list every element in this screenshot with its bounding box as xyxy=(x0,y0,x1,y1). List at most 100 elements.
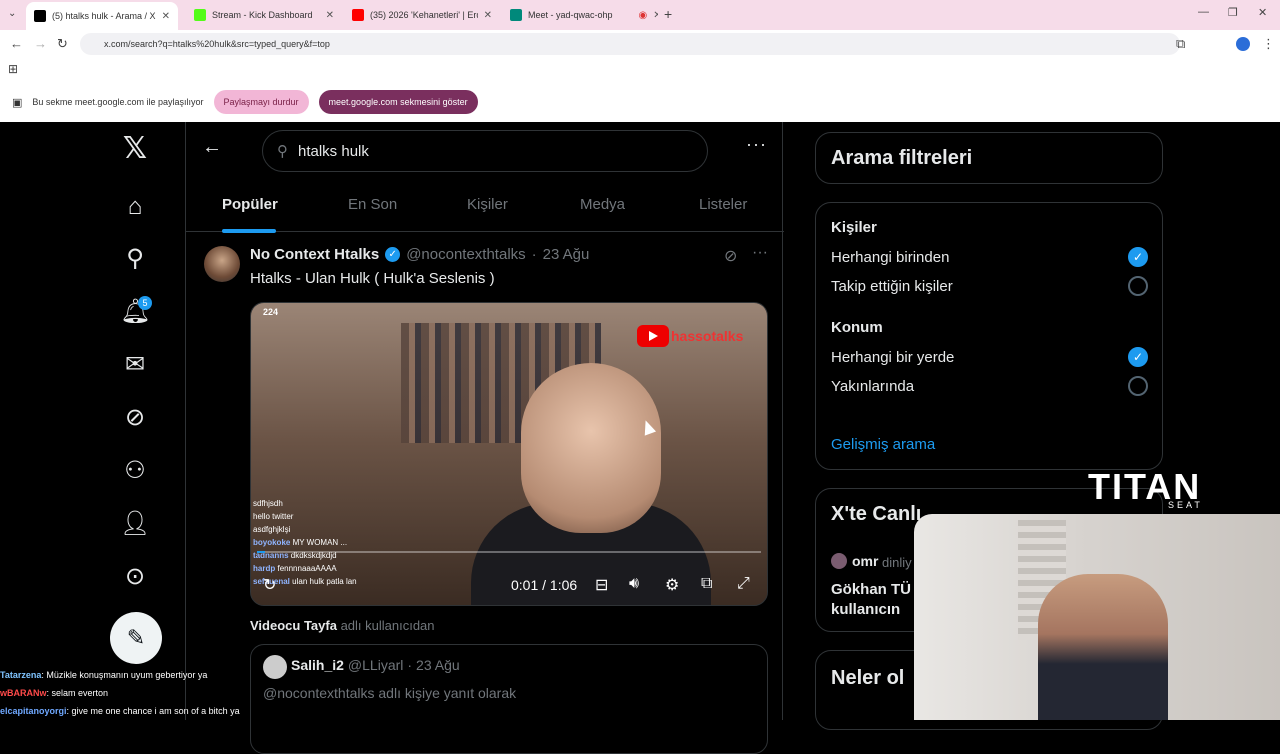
show-meet-tab-button[interactable]: meet.google.com sekmesini göster xyxy=(318,90,478,114)
avatar[interactable] xyxy=(204,246,240,282)
tab-media[interactable]: Medya xyxy=(580,196,625,213)
grok-explain-icon[interactable]: ⊘ xyxy=(724,246,737,266)
chat-line: sdfhjsdh xyxy=(253,499,283,508)
meet-favicon-icon xyxy=(510,9,522,21)
live-line-2[interactable]: kullanıcın xyxy=(831,601,900,618)
tab-kick[interactable]: Stream - Kick Dashboard ✕ xyxy=(186,4,342,26)
video-progress-bar[interactable] xyxy=(257,551,761,553)
video-person-head xyxy=(521,363,661,533)
search-input[interactable]: ⚲ htalks hulk xyxy=(262,130,708,172)
people-option-following[interactable]: Takip ettiğin kişiler xyxy=(831,278,953,295)
close-tab-icon[interactable]: ✕ xyxy=(326,10,334,21)
filters-title: Arama filtreleri xyxy=(831,147,973,169)
communities-icon[interactable]: ⚇ xyxy=(120,456,150,486)
volume-icon[interactable]: 🔊︎ xyxy=(629,575,639,593)
location-anywhere-radio[interactable]: ✓ xyxy=(1128,347,1148,367)
search-query: htalks hulk xyxy=(298,142,369,160)
channel-watermark: hassotalks xyxy=(671,328,744,344)
close-window-icon[interactable]: ✕ xyxy=(1258,6,1267,19)
profile-avatar[interactable] xyxy=(1236,37,1250,51)
compose-post-button[interactable]: ✎ xyxy=(110,612,162,664)
home-icon[interactable]: ⌂ xyxy=(120,192,150,222)
tab-youtube[interactable]: (35) 2026 'Kehanetleri' | Erdem A ✕ xyxy=(344,4,500,26)
explore-search-icon[interactable]: ⚲ xyxy=(120,244,150,274)
x-logo-icon[interactable]: 𝕏 xyxy=(120,134,150,164)
reload-icon[interactable]: ↻ xyxy=(57,36,68,52)
via-label: Videocu Tayfa adlı kullanıcıdan xyxy=(250,618,435,633)
settings-gear-icon[interactable]: ⚙ xyxy=(665,575,679,595)
tweet-more-icon[interactable]: ··· xyxy=(752,244,768,262)
restore-icon[interactable]: ❐ xyxy=(1228,6,1238,19)
messages-mail-icon[interactable]: ✉ xyxy=(120,350,150,380)
tab-latest[interactable]: En Son xyxy=(348,196,397,213)
tab-lists[interactable]: Listeler xyxy=(699,196,747,213)
tab-title: Meet - yad-qwac-ohp xyxy=(528,10,613,20)
quoted-tweet[interactable]: Salih_i2 @LLiyarl · 23 Ağu @nocontexthta… xyxy=(250,644,768,754)
close-tab-icon[interactable]: ✕ xyxy=(653,10,658,21)
tab-sharing-bar: ▣ Bu sekme meet.google.com ile paylaşılı… xyxy=(0,82,1280,122)
location-option-anywhere[interactable]: Herhangi bir yerde xyxy=(831,349,954,366)
stream-chat-line: Tatarzena: Müzikle konuşmanın uyum geber… xyxy=(0,670,208,680)
live-line-1[interactable]: Gökhan TÜ xyxy=(831,581,911,598)
advanced-search-link[interactable]: Gelişmiş arama xyxy=(831,436,935,453)
search-filters-header-card: Arama filtreleri xyxy=(815,132,1163,184)
minimize-icon[interactable]: — xyxy=(1198,6,1209,18)
quote-author-name: Salih_i2 xyxy=(291,657,344,673)
tab-search-icon[interactable]: ⌄ xyxy=(8,8,16,19)
more-options-icon[interactable]: ··· xyxy=(746,134,767,155)
chat-line: hello twitter xyxy=(253,512,294,521)
new-tab-icon[interactable]: + xyxy=(664,6,672,22)
avatar xyxy=(263,655,287,679)
live-title: X'te Canlı xyxy=(831,503,922,525)
tab-title: (35) 2026 'Kehanetleri' | Erdem A xyxy=(370,10,478,20)
search-timeline: ← ⚲ htalks hulk ··· Popüler En Son Kişil… xyxy=(185,122,784,754)
more-circle-icon[interactable]: ⊙ xyxy=(120,562,150,592)
live-host-suffix: dinliy xyxy=(882,555,912,570)
tab-meet[interactable]: Meet - yad-qwac-ohp ◉ ✕ xyxy=(502,4,658,26)
tab-x-search[interactable]: (5) htalks hulk - Arama / X ✕ xyxy=(26,2,178,30)
recording-icon: ◉ xyxy=(638,9,648,21)
live-host[interactable]: omr xyxy=(852,553,878,569)
forward-icon[interactable]: → xyxy=(34,36,47,51)
tweet-date[interactable]: 23 Ağu xyxy=(543,246,590,263)
back-arrow-icon[interactable]: ← xyxy=(202,136,222,159)
whats-happening-title: Neler ol xyxy=(831,667,905,689)
quote-header: Salih_i2 @LLiyarl · 23 Ağu xyxy=(291,657,460,673)
via-suffix: adlı kullanıcıdan xyxy=(340,618,435,633)
youtube-favicon-icon xyxy=(352,9,364,21)
progress-fill xyxy=(257,551,266,553)
tweet-header: No Context Htalks ✓ @nocontexthtalks · 2… xyxy=(250,246,589,263)
people-anyone-radio[interactable]: ✓ xyxy=(1128,247,1148,267)
back-icon[interactable]: ← xyxy=(10,36,23,51)
grok-icon[interactable]: ⊘ xyxy=(120,403,150,433)
author-name[interactable]: No Context Htalks xyxy=(250,246,379,263)
browser-menu-icon[interactable]: ⋮ xyxy=(1262,36,1275,52)
people-following-radio[interactable] xyxy=(1128,276,1148,296)
stop-sharing-button[interactable]: Paylaşmayı durdur xyxy=(213,90,309,114)
share-screen-icon: ▣ xyxy=(12,96,23,109)
close-tab-icon[interactable]: ✕ xyxy=(162,11,170,22)
url-field[interactable]: x.com/search?q=htalks%20hulk&src=typed_q… xyxy=(80,33,1180,55)
pip-icon[interactable]: ⧉ xyxy=(701,575,712,593)
extensions-icon[interactable]: ⧉ xyxy=(1176,36,1185,52)
chat-line: boyokoke MY WOMAN ... xyxy=(253,538,348,547)
replay-icon[interactable]: ↻ xyxy=(263,575,276,595)
people-option-anyone[interactable]: Herhangi birinden xyxy=(831,249,949,266)
webcam-streamer xyxy=(1038,574,1168,720)
close-tab-icon[interactable]: ✕ xyxy=(484,10,492,21)
profile-icon[interactable]: 👤︎ xyxy=(120,509,150,539)
tab-people[interactable]: Kişiler xyxy=(467,196,508,213)
via-user[interactable]: Videocu Tayfa xyxy=(250,618,337,633)
sharing-message: Bu sekme meet.google.com ile paylaşılıyo… xyxy=(32,97,204,107)
tab-popular[interactable]: Popüler xyxy=(222,196,278,213)
author-handle[interactable]: @nocontexthtalks xyxy=(406,246,525,263)
video-player[interactable]: 224 hassotalks sdfhjsdh hello twitter as… xyxy=(250,302,768,606)
location-option-near[interactable]: Yakınlarında xyxy=(831,378,914,395)
captions-icon[interactable]: ⊟ xyxy=(595,575,608,595)
apps-grid-icon[interactable]: ⊞ xyxy=(8,62,18,76)
location-near-radio[interactable] xyxy=(1128,376,1148,396)
fullscreen-icon[interactable]: ⤢ xyxy=(737,575,750,593)
notifications-badge: 5 xyxy=(138,296,152,310)
live-host-avatar xyxy=(831,553,847,569)
browser-tab-strip: ⌄ (5) htalks hulk - Arama / X ✕ Stream -… xyxy=(0,0,1280,30)
